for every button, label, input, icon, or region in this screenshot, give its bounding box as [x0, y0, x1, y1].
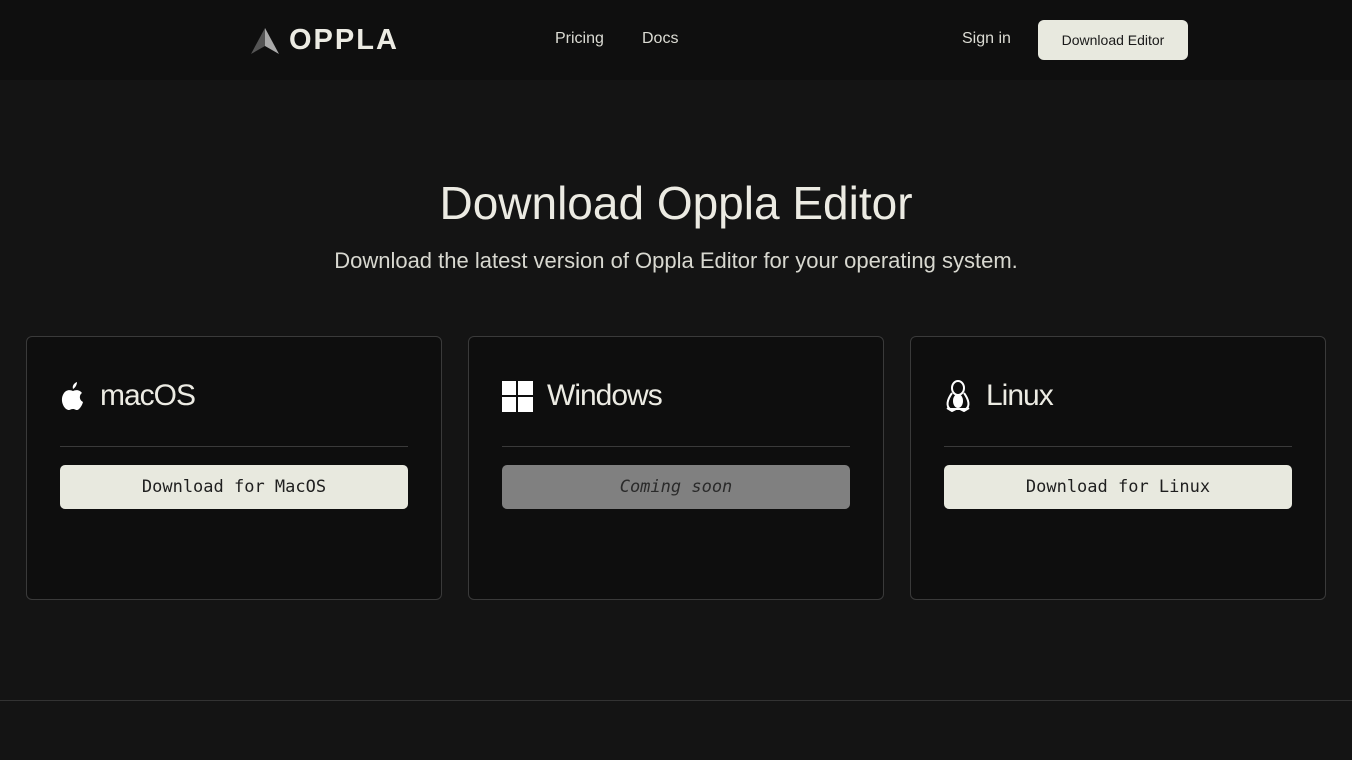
sign-in-link[interactable]: Sign in — [962, 30, 1011, 48]
download-linux-button[interactable]: Download for Linux — [944, 465, 1292, 509]
coming-soon-button: Coming soon — [502, 465, 850, 509]
top-nav: OPPLA Pricing Docs Sign in Download Edit… — [0, 0, 1352, 80]
divider — [502, 446, 850, 447]
divider — [944, 446, 1292, 447]
os-name: Windows — [547, 379, 663, 412]
apple-icon — [61, 382, 83, 410]
windows-card: Windows Coming soon — [468, 336, 884, 600]
divider — [60, 446, 408, 447]
footer-divider — [0, 700, 1352, 701]
nav-docs[interactable]: Docs — [642, 30, 678, 48]
os-name: Linux — [986, 379, 1054, 412]
logo[interactable]: OPPLA — [249, 24, 399, 57]
brand-name: OPPLA — [289, 24, 399, 56]
nav-pricing[interactable]: Pricing — [555, 30, 604, 48]
download-editor-button[interactable]: Download Editor — [1038, 20, 1188, 60]
page-title: Download Oppla Editor — [439, 177, 913, 229]
os-name: macOS — [100, 379, 196, 412]
macos-card: macOS Download for MacOS — [26, 336, 442, 600]
windows-icon — [502, 380, 533, 412]
oppla-logo-icon — [251, 27, 279, 54]
linux-card: Linux Download for Linux — [910, 336, 1326, 600]
page-subtitle: Download the latest version of Oppla Edi… — [334, 248, 1018, 273]
linux-penguin-icon — [946, 380, 970, 412]
download-macos-button[interactable]: Download for MacOS — [60, 465, 408, 509]
